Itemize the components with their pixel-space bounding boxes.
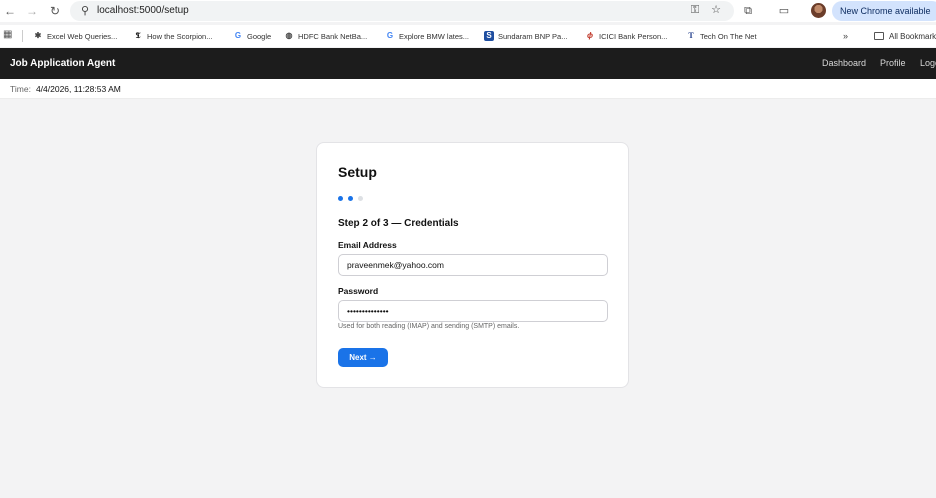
- extensions-icon[interactable]: ⧉: [740, 3, 756, 19]
- step-dot-active: [338, 196, 343, 201]
- next-button[interactable]: Next →: [338, 348, 388, 367]
- app-title[interactable]: Job Application Agent: [10, 48, 115, 79]
- step-title: Step 2 of 3 — Credentials: [338, 218, 459, 229]
- step-progress-dots: [338, 196, 368, 201]
- apps-grid-icon[interactable]: ▦: [3, 29, 14, 40]
- google-icon: G: [386, 31, 394, 40]
- more-bookmarks-chevron-icon[interactable]: »: [843, 28, 848, 44]
- nyt-icon: 𝕿: [135, 31, 141, 40]
- nav-profile-link[interactable]: Profile: [880, 48, 906, 79]
- t-icon: T: [688, 31, 694, 40]
- sundaram-icon: S: [484, 31, 494, 41]
- folder-icon: [874, 32, 884, 40]
- time-bar: Time: 4/4/2026, 11:28:53 AM: [0, 79, 936, 99]
- site-info-icon[interactable]: ⚲: [78, 4, 92, 18]
- all-bookmarks-button[interactable]: All Bookmarks: [874, 28, 936, 44]
- sparkle-icon: ✱: [34, 31, 42, 40]
- bookmark-label: How the Scorpion...: [147, 31, 213, 41]
- bookmark-google[interactable]: G Google: [233, 28, 271, 44]
- bookmark-excel-web-queries[interactable]: ✱ Excel Web Queries...: [33, 28, 118, 44]
- password-label: Password: [338, 286, 379, 296]
- browser-toolbar: ← → ↻ ⚲ localhost:5000/setup ⚿ ☆ ⧉ ▭ New…: [0, 0, 936, 22]
- nav-logout-link[interactable]: Logout: [920, 48, 936, 79]
- back-arrow-icon[interactable]: ←: [1, 2, 19, 20]
- bookmark-sundaram-bnp[interactable]: S Sundaram BNP Pa...: [484, 28, 567, 44]
- bookmark-hdfc-bank[interactable]: ◍ HDFC Bank NetBa...: [284, 28, 368, 44]
- bookmark-icici-bank[interactable]: ϕ ICICI Bank Person...: [585, 28, 667, 44]
- key-icon[interactable]: ⚿: [688, 3, 702, 17]
- bookmark-label: Explore BMW lates...: [399, 31, 470, 41]
- setup-card: Setup Step 2 of 3 — Credentials Email Ad…: [316, 142, 629, 388]
- globe-icon: ◍: [285, 31, 293, 40]
- app-header: Job Application Agent Dashboard Profile …: [0, 48, 936, 79]
- setup-title: Setup: [338, 164, 377, 180]
- address-bar[interactable]: ⚲ localhost:5000/setup: [70, 1, 734, 21]
- email-field[interactable]: [338, 254, 608, 276]
- reading-mode-icon[interactable]: ▭: [776, 3, 792, 19]
- step-dot-inactive: [358, 196, 363, 201]
- bookmark-label: Excel Web Queries...: [47, 31, 118, 41]
- reload-icon[interactable]: ↻: [46, 2, 64, 20]
- icici-icon: ϕ: [586, 31, 594, 40]
- all-bookmarks-label: All Bookmarks: [889, 31, 936, 41]
- address-url[interactable]: localhost:5000/setup: [97, 1, 189, 21]
- bookmark-label: Tech On The Net: [700, 31, 757, 41]
- forward-arrow-icon[interactable]: →: [23, 2, 41, 20]
- bookmark-label: ICICI Bank Person...: [599, 31, 668, 41]
- email-label: Email Address: [338, 240, 397, 250]
- bookmark-explore-bmw[interactable]: G Explore BMW lates...: [385, 28, 469, 44]
- bookmark-tech-on-the-net[interactable]: T Tech On The Net: [686, 28, 757, 44]
- google-icon: G: [234, 31, 242, 40]
- step-dot-active: [348, 196, 353, 201]
- bookmark-label: Sundaram BNP Pa...: [498, 31, 568, 41]
- star-icon[interactable]: ☆: [709, 3, 723, 17]
- bookmark-how-the-scorpion[interactable]: 𝕿 How the Scorpion...: [133, 28, 213, 44]
- profile-avatar[interactable]: [811, 3, 826, 18]
- time-label: Time:: [10, 84, 31, 94]
- bookmark-label: HDFC Bank NetBa...: [298, 31, 368, 41]
- bookmark-label: Google: [247, 31, 272, 41]
- password-hint: Used for both reading (IMAP) and sending…: [338, 323, 520, 330]
- time-value: 4/4/2026, 11:28:53 AM: [35, 84, 121, 94]
- bookmarks-bar: ▦ ✱ Excel Web Queries... 𝕿 How the Scorp…: [0, 25, 936, 47]
- password-field[interactable]: [338, 300, 608, 322]
- new-chrome-available-button[interactable]: New Chrome available: [832, 1, 936, 21]
- bookmarks-divider: [22, 30, 23, 42]
- nav-dashboard-link[interactable]: Dashboard: [822, 48, 866, 79]
